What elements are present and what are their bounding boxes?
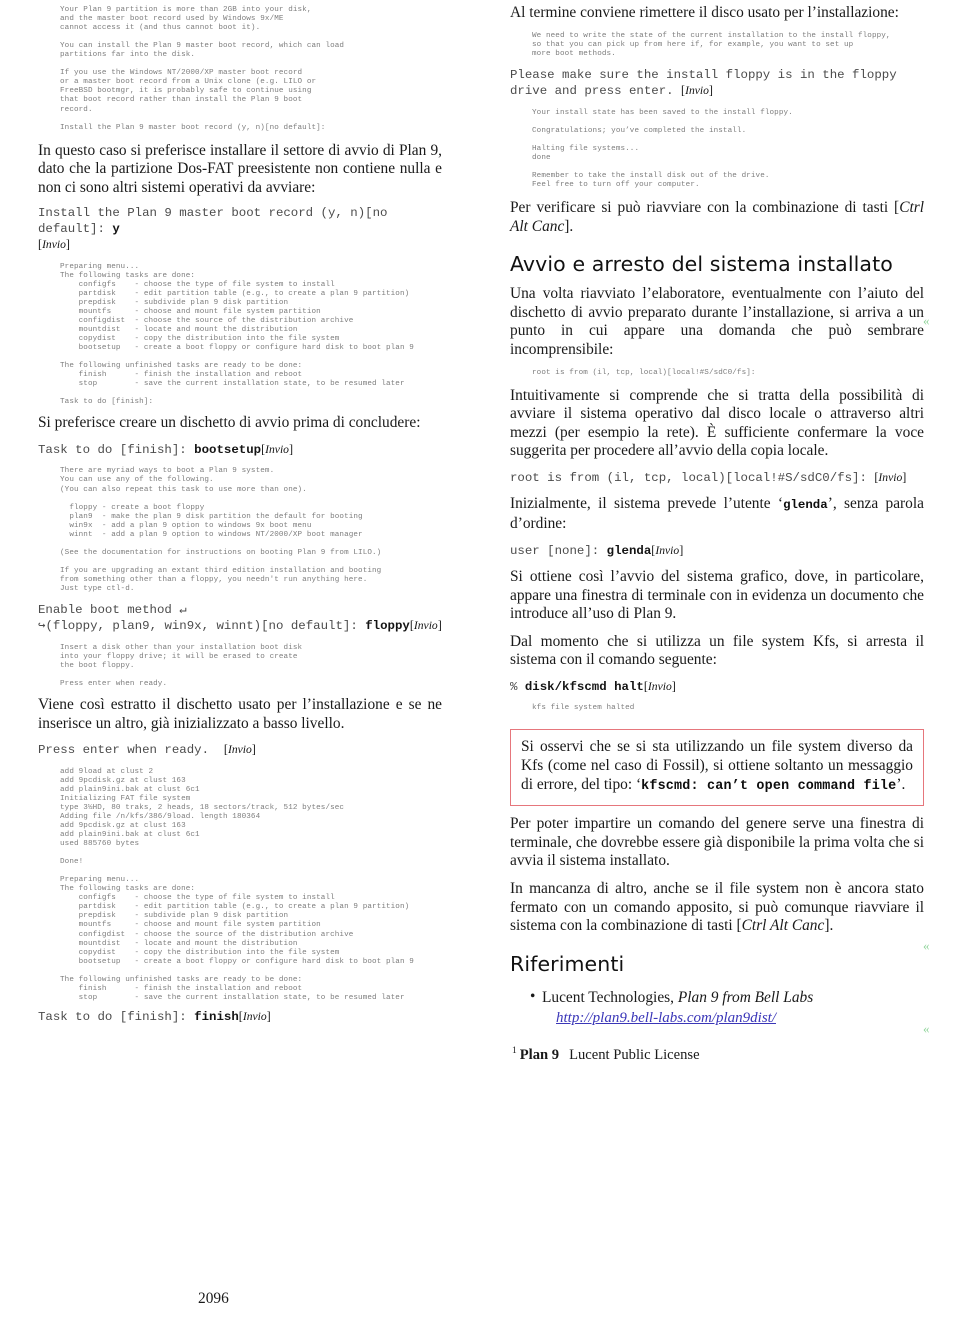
reference-title: Plan 9 from Bell Labs [677, 988, 814, 1006]
prompt-user-login: user [none]: glenda[Invio] [510, 543, 924, 559]
paragraph-after-reboot: Una volta riavviato l’elaboratore, event… [510, 285, 924, 358]
error-message-kfscmd: kfscmd: can’t open command file [641, 778, 897, 794]
prompt-task-finish: Task to do [finish]: finish[Invio] [38, 1009, 442, 1025]
terminal-output-menu-2: Preparing menu... The following tasks ar… [60, 876, 414, 1002]
paragraph-reboot-check: Per verificare si può riavviare con la c… [510, 199, 924, 236]
prompt-root-is-from: root is from (il, tcp, local)[local!#S/s… [510, 470, 924, 486]
margin-change-mark-3: « [923, 1021, 930, 1036]
key-invio: Invio [42, 238, 66, 252]
prompt-text: Enable boot method [38, 603, 180, 618]
paragraph-root-explanation: Intuitivamente si comprende che si tratt… [510, 386, 924, 460]
line-wrap-icon: ↵ [179, 603, 187, 618]
prompt-text: Task to do [finish]: [38, 443, 195, 457]
paragraph-force-reboot: In mancanza di altro, anche se il file s… [510, 880, 924, 936]
paragraph-kfs-halt: Dal momento che si utilizza un file syst… [510, 632, 924, 669]
paragraph-swap-floppy: Viene così estratto il dischetto usato p… [38, 696, 442, 732]
terminal-output-congrats: Your install state has been saved to the… [532, 108, 793, 189]
key-invio: Invio [265, 443, 289, 456]
prompt-input: glenda [606, 543, 652, 558]
paragraph-graphic-system: Si ottiene così l’avvio del sistema graf… [510, 567, 924, 623]
paragraph-text-end: ]. [564, 217, 574, 235]
paragraph-reinsert-disk: Al termine conviene rimettere il disco u… [510, 4, 899, 21]
prompt-kfscmd-halt: % disk/kfscmd halt[Invio] [510, 679, 924, 695]
terminal-output-kfs-halted: kfs file system halted [532, 704, 635, 713]
terminal-output-fat-init: add 9load at clust 2 add 9pcdisk.gz at c… [60, 767, 345, 867]
prompt-input: disk/kfscmd halt [524, 679, 644, 694]
paragraph-user-glenda: Inizialmente, il sistema prevede l’utent… [510, 495, 924, 533]
key-invio: Invio [878, 470, 903, 484]
page-left: Your Plan 9 partition is more than 2GB i… [0, 0, 480, 1330]
note-text-end: ’. [896, 775, 906, 793]
page-number-left: 2096 [198, 1290, 229, 1307]
prompt-text-2: (floppy, plan9, win9x, winnt)[no default… [45, 619, 366, 634]
paragraph-text-end: ]. [824, 917, 834, 935]
prompt-text: % [510, 679, 525, 694]
key-invio: Invio [413, 619, 438, 633]
page-right: Al termine conviene rimettere il disco u… [480, 0, 960, 1330]
prompt-press-enter: Press enter when ready. [Invio] [38, 742, 442, 758]
left-column: Your Plan 9 partition is more than 2GB i… [38, 0, 442, 1025]
key-bracket-close: ] [65, 237, 70, 252]
key-invio: Invio [655, 543, 680, 557]
key-bracket-close: ] [288, 442, 294, 456]
terminal-output-mbr-warning: Your Plan 9 partition is more than 2GB i… [60, 6, 345, 132]
section-heading-avvio-arresto: Avvio e arresto del sistema installato [510, 252, 893, 277]
prompt-input: bootsetup [194, 443, 262, 457]
footnote-license-name: Lucent Public License [569, 1046, 700, 1063]
terminal-output-insert-disk: Insert a disk other than your installati… [60, 643, 303, 689]
key-bracket-close: ] [679, 542, 684, 557]
prompt-text: user [none]: [510, 543, 607, 558]
key-bracket-close: ] [266, 1008, 271, 1023]
key-bracket-close: ] [902, 469, 907, 484]
key-invio: Invio [647, 679, 672, 693]
key-bracket-close: ] [671, 678, 676, 693]
footnote-marker: 1 [512, 1045, 517, 1056]
prompt-enable-boot-method: Enable boot method ↵ ↪(floppy, plan9, win… [38, 603, 442, 635]
paragraph-mbr-choice: In questo caso si preferisce installare … [38, 141, 442, 196]
terminal-output-root-prompt: root is from (il, tcp, local)[local!#S/s… [532, 368, 756, 377]
key-invio: Invio [242, 1009, 267, 1023]
terminal-output-menu-1: Preparing menu... The following tasks ar… [60, 262, 414, 407]
paragraph-boot-floppy: Si preferisce creare un dischetto di avv… [38, 414, 421, 432]
prompt-input: floppy [365, 619, 410, 634]
prompt-task-bootsetup: Task to do [finish]: bootsetup[Invio] [38, 442, 442, 458]
reference-link[interactable]: http://plan9.bell-labs.com/plan9dist/ [556, 1009, 924, 1028]
key-bracket-close: ] [251, 742, 256, 757]
references-list: Lucent Technologies, Plan 9 from Bell La… [510, 987, 924, 1028]
prompt-input: y [112, 221, 120, 236]
paragraph-text: Per verificare si può riavviare con la c… [510, 198, 900, 216]
prompt-text: Install the Plan 9 master boot record (y… [38, 206, 395, 236]
terminal-output-bootsetup: There are myriad ways to boot a Plan 9 s… [60, 467, 382, 594]
terminal-output-write-state: We need to write the state of the curren… [532, 31, 891, 58]
prompt-input: finish [194, 1009, 239, 1024]
username-glenda: glenda [783, 498, 828, 513]
prompt-text: Press enter when ready. [38, 743, 224, 758]
note-box-paragraph: Si osservi che se si sta utilizzando un … [521, 738, 913, 796]
reference-author: Lucent Technologies, [542, 988, 678, 1006]
margin-change-mark-1: « [923, 313, 930, 328]
key-combo-ctrl-alt-canc-2: Ctrl Alt Canc [741, 917, 825, 935]
prompt-install-floppy: Please make sure the install floppy is i… [510, 68, 924, 100]
key-bracket-close: ] [708, 83, 713, 98]
key-invio: Invio [227, 743, 252, 757]
key-bracket-close: ] [437, 618, 442, 633]
reference-item: Lucent Technologies, Plan 9 from Bell La… [530, 987, 924, 1028]
footnote-license: 1 Plan 9 Lucent Public License [512, 1042, 924, 1064]
paragraph-terminal-window: Per poter impartire un comando del gener… [510, 815, 924, 870]
note-box-fossil: Si osservi che se si sta utilizzando un … [510, 729, 924, 807]
footnote-product: Plan 9 [519, 1046, 560, 1063]
right-column: Al termine conviene rimettere il disco u… [510, 0, 924, 1064]
key-invio: Invio [685, 84, 709, 98]
paragraph-text: Inizialmente, il sistema prevede l’utent… [510, 495, 784, 513]
paragraph-text: In mancanza di altro, anche se il file s… [510, 879, 924, 935]
margin-change-mark-2: « [923, 938, 930, 953]
prompt-text: Task to do [finish]: [38, 1009, 195, 1024]
prompt-text: root is from (il, tcp, local)[local!#S/s… [510, 470, 875, 485]
section-heading-riferimenti: Riferimenti [510, 951, 625, 976]
prompt-install-mbr: Install the Plan 9 master boot record (y… [38, 206, 442, 253]
